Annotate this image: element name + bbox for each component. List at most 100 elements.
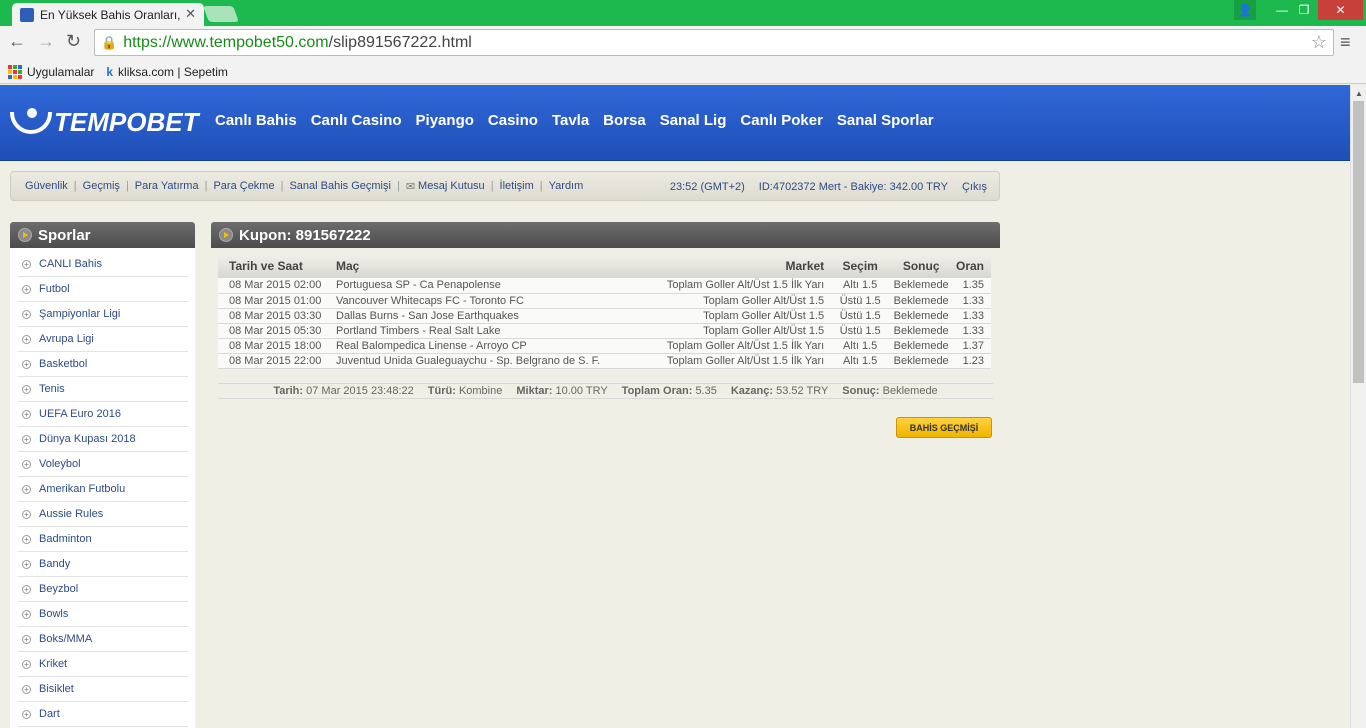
table-header-row: Tarih ve Saat Maç Market Seçim Sonuç Ora… <box>218 254 991 278</box>
cell-selection: Altı 1.5 <box>832 353 889 369</box>
cell-market: Toplam Goller Alt/Üst 1.5 <box>600 293 833 309</box>
coupon-header: Kupon: 891567222 <box>211 222 1000 248</box>
sport-label: Badminton <box>39 533 92 545</box>
reload-icon[interactable]: ↻ <box>66 31 81 52</box>
sport-item[interactable]: + Futbol <box>18 277 188 302</box>
server-time: 23:52 (GMT+2) <box>669 181 745 193</box>
sport-item[interactable]: + UEFA Euro 2016 <box>18 402 188 427</box>
coupon-panel: Kupon: 891567222 Tarih ve Saat Maç Marke… <box>211 222 1000 452</box>
browser-tab[interactable]: En Yüksek Bahis Oranları, Y ✕ <box>12 3 204 26</box>
scrollbar-thumb[interactable] <box>1353 101 1364 383</box>
browser-titlebar: En Yüksek Bahis Oranları, Y ✕ 👤 — ❐ ✕ <box>0 0 1366 26</box>
cell-market: Toplam Goller Alt/Üst 1.5 İlk Yarı <box>600 338 833 354</box>
cell-match: Portuguesa SP - Ca Penapolense <box>326 278 601 294</box>
scroll-up-icon[interactable]: ▲ <box>1355 89 1363 98</box>
link-gecmis[interactable]: Geçmiş <box>83 180 120 192</box>
sport-item[interactable]: + Amerikan Futbolu <box>18 477 188 502</box>
expand-plus-icon: + <box>22 634 31 644</box>
sport-item[interactable]: + Beyzbol <box>18 577 188 602</box>
back-arrow-icon[interactable]: ← <box>8 31 26 52</box>
nav-sanal-sporlar[interactable]: Sanal Sporlar <box>837 112 934 129</box>
link-para-cekme[interactable]: Para Çekme <box>213 180 274 192</box>
cell-selection: Altı 1.5 <box>832 278 889 294</box>
tab-close-icon[interactable]: ✕ <box>185 6 196 22</box>
address-bar[interactable]: 🔒 https://www.tempobet50.com /slip891567… <box>94 29 1334 56</box>
cell-selection: Üstü 1.5 <box>832 323 889 339</box>
sport-item[interactable]: + Basketbol <box>18 352 188 377</box>
new-tab-button[interactable] <box>203 6 239 22</box>
sport-item[interactable]: + Aussie Rules <box>18 502 188 527</box>
sport-item[interactable]: + Voleybol <box>18 452 188 477</box>
expand-plus-icon: + <box>22 259 31 269</box>
sport-item[interactable]: + Bandy <box>18 552 188 577</box>
link-guvenlik[interactable]: Güvenlik <box>25 180 68 192</box>
site-logo[interactable]: TEMPOBET <box>10 107 198 138</box>
col-header: Oran <box>954 254 991 278</box>
bookmark-apps[interactable]: Uygulamalar <box>8 64 94 79</box>
summary-date: Tarih: 07 Mar 2015 23:48:22 <box>273 384 414 397</box>
page-scrollbar[interactable]: ▲ <box>1350 85 1366 728</box>
sport-item[interactable]: + Bowls <box>18 602 188 627</box>
link-para-yatirma[interactable]: Para Yatırma <box>135 180 199 192</box>
sport-label: Kriket <box>39 658 68 670</box>
sidebar-header: Sporlar <box>10 222 195 248</box>
account-bar: Güvenlik | Geçmiş | Para Yatırma | Para Çek… <box>10 171 1000 201</box>
maximize-icon[interactable]: ❐ <box>1291 0 1317 20</box>
sport-item[interactable]: + Dart <box>18 702 188 727</box>
expand-plus-icon: + <box>22 284 31 294</box>
cell-result: Beklemede <box>888 323 955 339</box>
cell-datetime: 08 Mar 2015 02:00 <box>218 278 326 294</box>
user-profile-icon[interactable]: 👤 <box>1234 0 1256 20</box>
sport-item[interactable]: + Bisiklet <box>18 677 188 702</box>
forward-arrow-icon[interactable]: → <box>37 31 55 52</box>
logout-link[interactable]: Çıkış <box>962 181 987 193</box>
sport-item[interactable]: + Tenis <box>18 377 188 402</box>
sport-label: Bisiklet <box>39 683 74 695</box>
sport-label: Bowls <box>39 608 69 620</box>
cell-datetime: 08 Mar 2015 18:00 <box>218 338 326 354</box>
sport-item[interactable]: + CANLI Bahis <box>18 252 188 277</box>
summary-win: Kazanç: 53.52 TRY <box>730 384 829 397</box>
link-yardim[interactable]: Yardım <box>549 180 584 192</box>
sport-label: Basketbol <box>39 358 88 370</box>
sport-item[interactable]: + Avrupa Ligi <box>18 327 188 352</box>
link-sanal-bahis-gecmisi[interactable]: Sanal Bahis Geçmişi <box>289 180 391 192</box>
nav-borsa[interactable]: Borsa <box>603 112 646 129</box>
cell-datetime: 08 Mar 2015 22:00 <box>218 353 326 369</box>
expand-plus-icon: + <box>22 484 31 494</box>
sidebar-title: Sporlar <box>38 226 91 244</box>
expand-plus-icon: + <box>22 509 31 519</box>
nav-canli-poker[interactable]: Canlı Poker <box>740 112 823 129</box>
coupon-body: Tarih ve Saat Maç Market Seçim Sonuç Ora… <box>211 248 1000 405</box>
table-row: 08 Mar 2015 22:00 Juventud Unida Gualegu… <box>218 353 991 369</box>
nav-canli-bahis[interactable]: Canlı Bahis <box>215 112 297 129</box>
nav-sanal-lig[interactable]: Sanal Lig <box>660 112 727 129</box>
cell-odds: 1.35 <box>954 278 991 294</box>
col-header: Tarih ve Saat <box>218 254 326 278</box>
chrome-menu-icon[interactable]: ≡ <box>1340 32 1351 53</box>
col-header: Maç <box>326 254 601 278</box>
close-window-icon[interactable]: ✕ <box>1318 0 1363 20</box>
cell-match: Portland Timbers - Real Salt Lake <box>326 323 601 339</box>
bookmark-star-icon[interactable]: ☆ <box>1311 32 1327 53</box>
sport-item[interactable]: + Dünya Kupası 2018 <box>18 427 188 452</box>
sport-item[interactable]: + Boks/MMA <box>18 627 188 652</box>
expand-plus-icon: + <box>22 409 31 419</box>
link-iletisim[interactable]: İletişim <box>500 180 534 192</box>
sport-item[interactable]: + Şampiyonlar Ligi <box>18 302 188 327</box>
envelope-icon: ✉ <box>405 180 416 193</box>
cell-odds: 1.23 <box>954 353 991 369</box>
nav-tavla[interactable]: Tavla <box>552 112 589 129</box>
cell-market: Toplam Goller Alt/Üst 1.5 <box>600 323 833 339</box>
nav-casino[interactable]: Casino <box>488 112 538 129</box>
cell-match: Juventud Unida Gualeguaychu - Sp. Belgra… <box>326 353 601 369</box>
summary-amount: Miktar: 10.00 TRY <box>516 384 608 397</box>
nav-canli-casino[interactable]: Canlı Casino <box>311 112 402 129</box>
cell-match: Dallas Burns - San Jose Earthquakes <box>326 308 601 324</box>
bookmark-kliksa[interactable]: k kliksa.com | Sepetim <box>106 65 228 79</box>
sport-item[interactable]: + Badminton <box>18 527 188 552</box>
nav-piyango[interactable]: Piyango <box>416 112 474 129</box>
link-mesaj-kutusu[interactable]: Mesaj Kutusu <box>418 180 485 192</box>
sport-item[interactable]: + Kriket <box>18 652 188 677</box>
bet-history-button[interactable]: BAHİS GEÇMİŞİ <box>896 417 992 438</box>
